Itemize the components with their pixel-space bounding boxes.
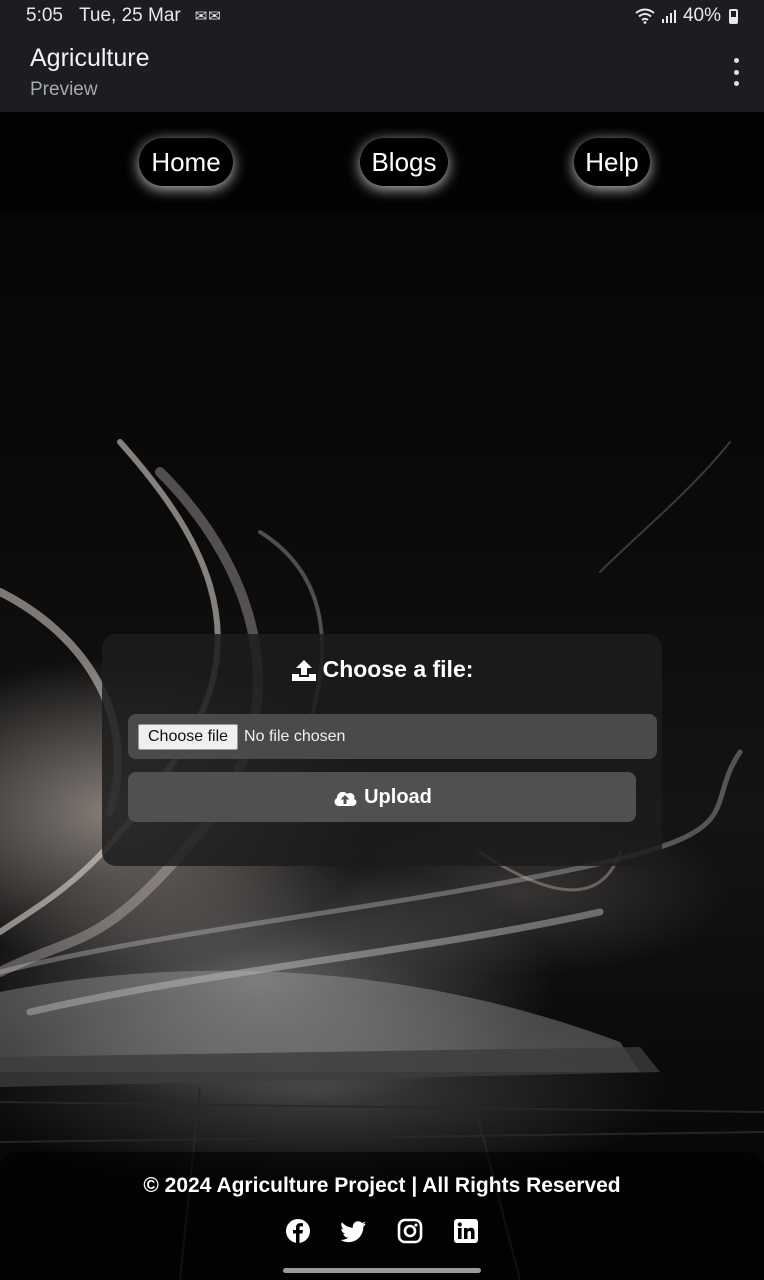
status-indicators: 40% xyxy=(635,5,738,27)
copyright-text: © 2024 Agriculture Project | All Rights … xyxy=(143,1174,621,1197)
file-input[interactable]: Choose file No file chosen xyxy=(128,714,657,759)
upload-icon xyxy=(291,659,316,681)
twitter-icon[interactable] xyxy=(340,1218,367,1244)
footer: © 2024 Agriculture Project | All Rights … xyxy=(0,1152,764,1280)
more-options-icon[interactable] xyxy=(728,58,744,86)
instagram-icon[interactable] xyxy=(397,1218,423,1244)
status-bar: 5:05 Tue, 25 Mar ✉✉ 40% xyxy=(0,0,764,32)
upload-heading: Choose a file: xyxy=(102,656,662,683)
nav-home-link[interactable]: Home xyxy=(139,138,233,186)
battery-icon xyxy=(729,8,738,24)
nav-help-link[interactable]: Help xyxy=(574,138,650,186)
linkedin-icon[interactable] xyxy=(453,1218,479,1244)
status-time: 5:05 xyxy=(26,5,63,26)
web-page: Home Blogs Help Choose a file: Choose fi… xyxy=(0,112,764,1280)
facebook-icon[interactable] xyxy=(285,1218,311,1244)
upload-button-label: Upload xyxy=(364,785,432,808)
file-status-text: No file chosen xyxy=(244,727,346,745)
home-indicator xyxy=(283,1268,481,1273)
cloud-upload-icon xyxy=(334,791,357,806)
app-subtitle: Preview xyxy=(30,79,98,100)
social-links xyxy=(0,1218,764,1244)
choose-file-button[interactable]: Choose file xyxy=(138,723,239,750)
status-date: Tue, 25 Mar xyxy=(78,5,181,26)
nav-bar: Home Blogs Help xyxy=(0,112,764,212)
app-title: Agriculture xyxy=(30,44,150,72)
battery-percent: 40% xyxy=(682,5,721,26)
signal-icon xyxy=(661,10,676,23)
upload-card: Choose a file: Choose file No file chose… xyxy=(102,634,662,866)
wifi-icon xyxy=(635,8,655,24)
gmail-notification-icon: ✉✉ xyxy=(194,8,222,25)
app-bar: Agriculture Preview xyxy=(0,32,764,112)
nav-blogs-link[interactable]: Blogs xyxy=(360,138,448,186)
upload-heading-text: Choose a file: xyxy=(322,656,474,682)
upload-button[interactable]: Upload xyxy=(128,772,636,822)
